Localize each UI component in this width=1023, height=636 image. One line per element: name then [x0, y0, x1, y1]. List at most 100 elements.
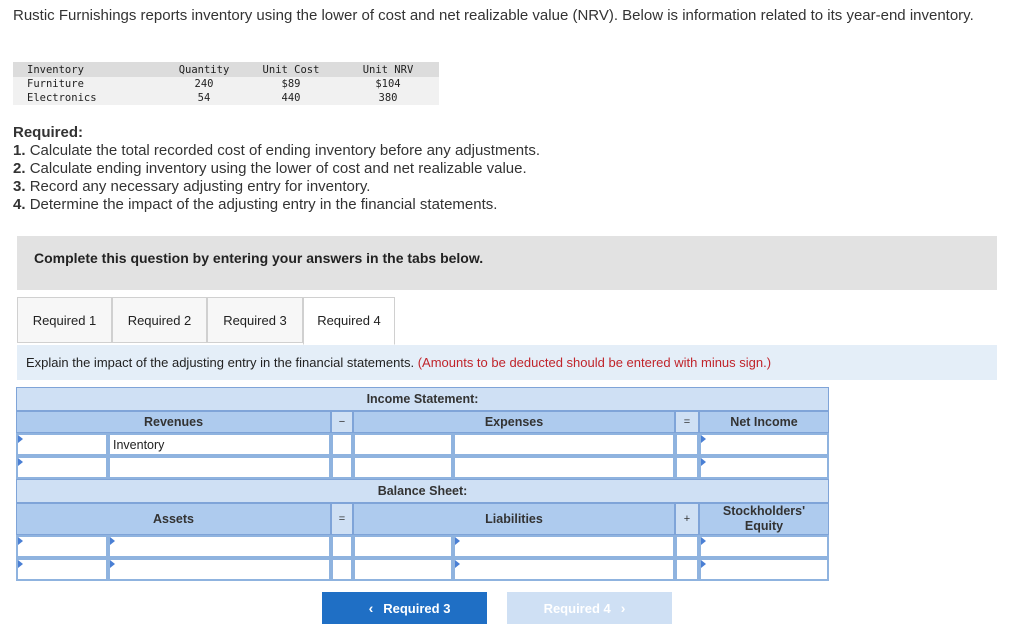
item-number: 2.: [13, 160, 26, 177]
assets-input[interactable]: [108, 558, 331, 581]
tab-required-1[interactable]: Required 1: [17, 297, 112, 343]
intro-text: Rustic Furnishings reports inventory usi…: [13, 7, 974, 24]
item-number: 4.: [13, 196, 26, 213]
dropdown-arrow-icon: [701, 560, 706, 568]
revenues-input[interactable]: [108, 456, 331, 479]
item-text: Calculate ending inventory using the low…: [29, 160, 527, 177]
assets-header: Assets: [16, 503, 331, 535]
dropdown-arrow-icon: [455, 537, 460, 545]
liabilities-header: Liabilities: [353, 503, 675, 535]
required-list: Required: 1. Calculate the total recorde…: [13, 124, 540, 214]
item-text: Record any necessary adjusting entry for…: [29, 178, 371, 195]
liabilities-account-input[interactable]: [353, 535, 453, 558]
spacer-cell: [675, 433, 699, 456]
instruction-banner: Complete this question by entering your …: [17, 236, 997, 290]
spacer-cell: [675, 558, 699, 581]
equals-operator: =: [331, 503, 353, 535]
spacer-cell: [331, 558, 353, 581]
balance-row-1-account-select[interactable]: [16, 535, 108, 558]
balance-sheet-title: Balance Sheet:: [16, 479, 829, 503]
dropdown-arrow-icon: [18, 458, 23, 466]
dropdown-arrow-icon: [110, 537, 115, 545]
item-text: Calculate the total recorded cost of end…: [29, 142, 540, 159]
inventory-table: Inventory Quantity Unit Cost Unit NRV Fu…: [13, 62, 439, 105]
spacer-cell: [675, 535, 699, 558]
prev-button-label: Required 3: [383, 600, 451, 616]
required-item: 2. Calculate ending inventory using the …: [13, 160, 540, 178]
equity-input[interactable]: [699, 535, 829, 558]
expenses-account-input[interactable]: [353, 433, 453, 456]
revenues-input-text: Inventory: [113, 438, 165, 452]
expenses-input[interactable]: [453, 433, 675, 456]
dropdown-arrow-icon: [701, 435, 706, 443]
expenses-header: Expenses: [353, 411, 675, 433]
income-statement-title: Income Statement:: [16, 387, 829, 411]
required-item: 3. Record any necessary adjusting entry …: [13, 178, 540, 196]
net-income-input[interactable]: [699, 456, 829, 479]
liabilities-input[interactable]: [453, 535, 675, 558]
row-name: Furniture: [13, 77, 163, 91]
expenses-input[interactable]: [453, 456, 675, 479]
item-number: 1.: [13, 142, 26, 159]
prev-required-button[interactable]: ‹ Required 3: [322, 592, 487, 624]
row-unit-nrv: $104: [337, 77, 439, 91]
col-inventory: Inventory: [13, 62, 163, 77]
revenues-header: Revenues: [16, 411, 331, 433]
dropdown-arrow-icon: [701, 537, 706, 545]
equity-input[interactable]: [699, 558, 829, 581]
item-text: Determine the impact of the adjusting en…: [29, 196, 498, 213]
required-heading: Required:: [13, 124, 84, 141]
dropdown-arrow-icon: [18, 537, 23, 545]
dropdown-arrow-icon: [18, 560, 23, 568]
required-item: 4. Determine the impact of the adjusting…: [13, 196, 540, 214]
liabilities-input[interactable]: [453, 558, 675, 581]
table-row: Electronics 54 440 380: [13, 91, 439, 105]
stockholders-equity-header: Stockholders' Equity: [699, 503, 829, 535]
chevron-right-icon: ›: [620, 600, 626, 616]
spacer-cell: [675, 456, 699, 479]
spacer-cell: [331, 433, 353, 456]
assets-input[interactable]: [108, 535, 331, 558]
row-unit-cost: 440: [245, 91, 337, 105]
financial-statement-worksheet: Income Statement: Revenues − Expenses = …: [16, 387, 829, 581]
balance-row-2-account-select[interactable]: [16, 558, 108, 581]
revenues-input[interactable]: Inventory: [108, 433, 331, 456]
net-income-input[interactable]: [699, 433, 829, 456]
next-required-button[interactable]: Required 4 ›: [507, 592, 672, 624]
dropdown-arrow-icon: [110, 560, 115, 568]
tab-required-3[interactable]: Required 3: [207, 297, 303, 343]
row-unit-nrv: 380: [337, 91, 439, 105]
instruction-main: Explain the impact of the adjusting entr…: [26, 355, 415, 370]
col-unit-cost: Unit Cost: [245, 62, 337, 77]
income-row-2-account-select[interactable]: [16, 456, 108, 479]
income-row-1-account-select[interactable]: [16, 433, 108, 456]
row-unit-cost: $89: [245, 77, 337, 91]
spacer-cell: [331, 456, 353, 479]
instruction-note: (Amounts to be deducted should be entere…: [417, 355, 772, 370]
col-quantity: Quantity: [163, 62, 245, 77]
instruction-bar: Explain the impact of the adjusting entr…: [17, 345, 997, 380]
spacer-cell: [331, 535, 353, 558]
net-income-header: Net Income: [699, 411, 829, 433]
dropdown-arrow-icon: [18, 435, 23, 443]
banner-text: Complete this question by entering your …: [34, 250, 484, 266]
equals-operator: =: [675, 411, 699, 433]
row-name: Electronics: [13, 91, 163, 105]
chevron-left-icon: ‹: [368, 600, 374, 616]
expenses-account-input[interactable]: [353, 456, 453, 479]
table-row: Furniture 240 $89 $104: [13, 77, 439, 91]
item-number: 3.: [13, 178, 26, 195]
next-button-label: Required 4: [543, 600, 611, 616]
minus-operator: −: [331, 411, 353, 433]
dropdown-arrow-icon: [701, 458, 706, 466]
required-item: 1. Calculate the total recorded cost of …: [13, 142, 540, 160]
row-quantity: 240: [163, 77, 245, 91]
tab-required-4[interactable]: Required 4: [303, 297, 395, 345]
col-unit-nrv: Unit NRV: [337, 62, 439, 77]
liabilities-account-input[interactable]: [353, 558, 453, 581]
dropdown-arrow-icon: [455, 560, 460, 568]
row-quantity: 54: [163, 91, 245, 105]
tab-required-2[interactable]: Required 2: [112, 297, 207, 343]
plus-operator: +: [675, 503, 699, 535]
inventory-table-header: Inventory Quantity Unit Cost Unit NRV: [13, 62, 439, 77]
